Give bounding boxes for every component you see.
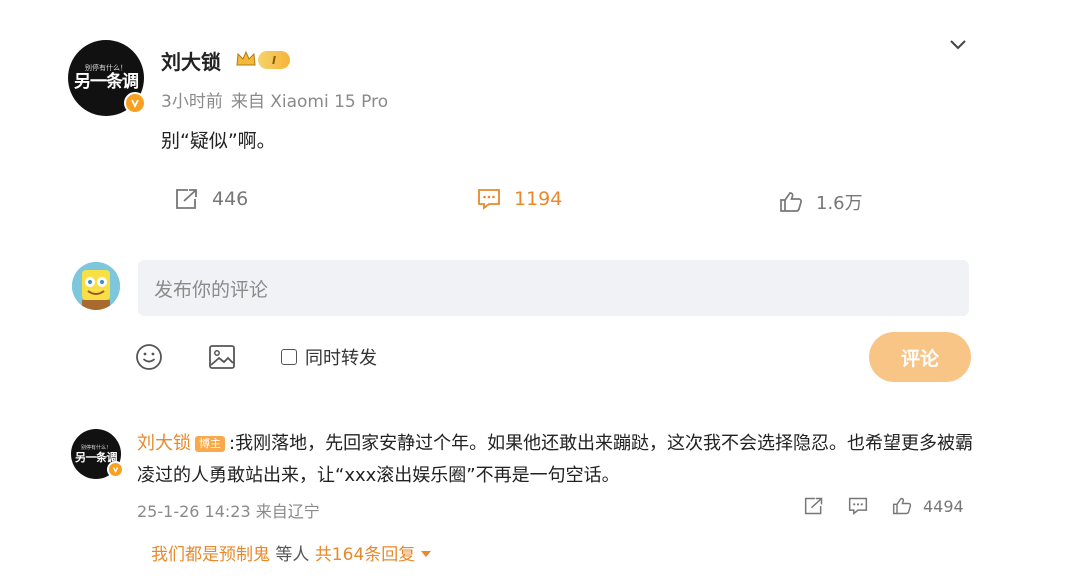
forward-count: 446 bbox=[212, 188, 249, 210]
replies-etc: 等人 bbox=[275, 545, 310, 565]
comment-input[interactable]: 发布你的评论 bbox=[138, 260, 969, 316]
emoji-icon[interactable] bbox=[134, 342, 164, 376]
view-replies-link[interactable]: 我们都是预制鬼 等人 共164条回复 bbox=[151, 540, 432, 565]
crown-icon bbox=[235, 50, 257, 72]
chevron-down-icon[interactable] bbox=[948, 36, 968, 55]
repost-checkbox[interactable]: 同时转发 bbox=[281, 344, 377, 370]
comment-author-avatar[interactable]: 别停有什么！ 另一条调 bbox=[71, 429, 124, 479]
comment-text: :我刚落地，先回家安静过个年。如果他还敢出来蹦跶，这次我不会选择隐忍。也希望更多… bbox=[137, 433, 974, 486]
repost-label: 同时转发 bbox=[305, 348, 377, 369]
comment-source: 来自辽宁 bbox=[255, 502, 320, 521]
comment-input-placeholder: 发布你的评论 bbox=[154, 278, 269, 301]
post-author-avatar[interactable]: 别停有什么！ 另一条调 bbox=[68, 40, 146, 116]
like-count: 1.6万 bbox=[816, 193, 863, 214]
verified-icon bbox=[124, 92, 146, 114]
comment-button[interactable]: 1194 bbox=[476, 187, 562, 211]
like-icon bbox=[892, 497, 912, 515]
comment-forward-button[interactable] bbox=[803, 496, 825, 516]
expand-triangle-icon bbox=[421, 551, 432, 557]
post-source: 来自 Xiaomi 15 Pro bbox=[230, 92, 389, 112]
post-actions: 446 1194 1.6万 bbox=[58, 181, 988, 221]
like-button[interactable]: 1.6万 bbox=[778, 189, 863, 215]
replies-total: 共164条回复 bbox=[314, 545, 416, 565]
verified-icon bbox=[107, 461, 124, 478]
post-author-name[interactable]: 刘大锁 bbox=[161, 46, 221, 75]
comment-icon bbox=[478, 189, 500, 210]
current-user-avatar[interactable] bbox=[72, 262, 120, 310]
forward-icon bbox=[804, 497, 823, 515]
comment-author-name[interactable]: 刘大锁 bbox=[137, 433, 191, 454]
submit-comment-button[interactable]: 评论 bbox=[869, 332, 971, 382]
comment-date: 25-1-26 14:23 bbox=[137, 502, 251, 521]
avatar-title: 另一条调 bbox=[74, 72, 139, 92]
checkbox[interactable] bbox=[281, 349, 297, 365]
avatar-caption: 别停有什么！ bbox=[85, 64, 127, 72]
comment-like-button[interactable]: 4494 bbox=[891, 496, 964, 516]
like-icon bbox=[780, 192, 802, 212]
replies-users: 我们都是预制鬼 bbox=[151, 545, 270, 565]
forward-button[interactable]: 446 bbox=[174, 187, 248, 211]
post-text: 别“疑似”啊。 bbox=[161, 130, 276, 152]
comment-meta: 25-1-26 14:23 来自辽宁 bbox=[137, 498, 320, 522]
comment-reply-button[interactable] bbox=[847, 496, 869, 516]
comment-count: 1194 bbox=[514, 188, 563, 210]
weibo-post-card: 别停有什么！ 另一条调 刘大锁 I 3小时前 来自 Xiaomi 15 Pro 别… bbox=[58, 26, 988, 574]
author-badge: 博主 bbox=[195, 436, 225, 452]
post-time: 3小时前 bbox=[161, 92, 223, 112]
comment-actions: 4494 bbox=[803, 496, 964, 516]
level-badge: I bbox=[258, 51, 290, 69]
forward-icon bbox=[176, 189, 197, 209]
comment-icon bbox=[848, 497, 868, 516]
image-icon[interactable] bbox=[207, 342, 237, 376]
post-meta: 3小时前 来自 Xiaomi 15 Pro bbox=[161, 87, 396, 112]
comment-like-count: 4494 bbox=[923, 496, 964, 516]
comment-body: 刘大锁 博主:我刚落地，先回家安静过个年。如果他还敢出来蹦跶，这次我不会选择隐忍。… bbox=[137, 428, 977, 492]
